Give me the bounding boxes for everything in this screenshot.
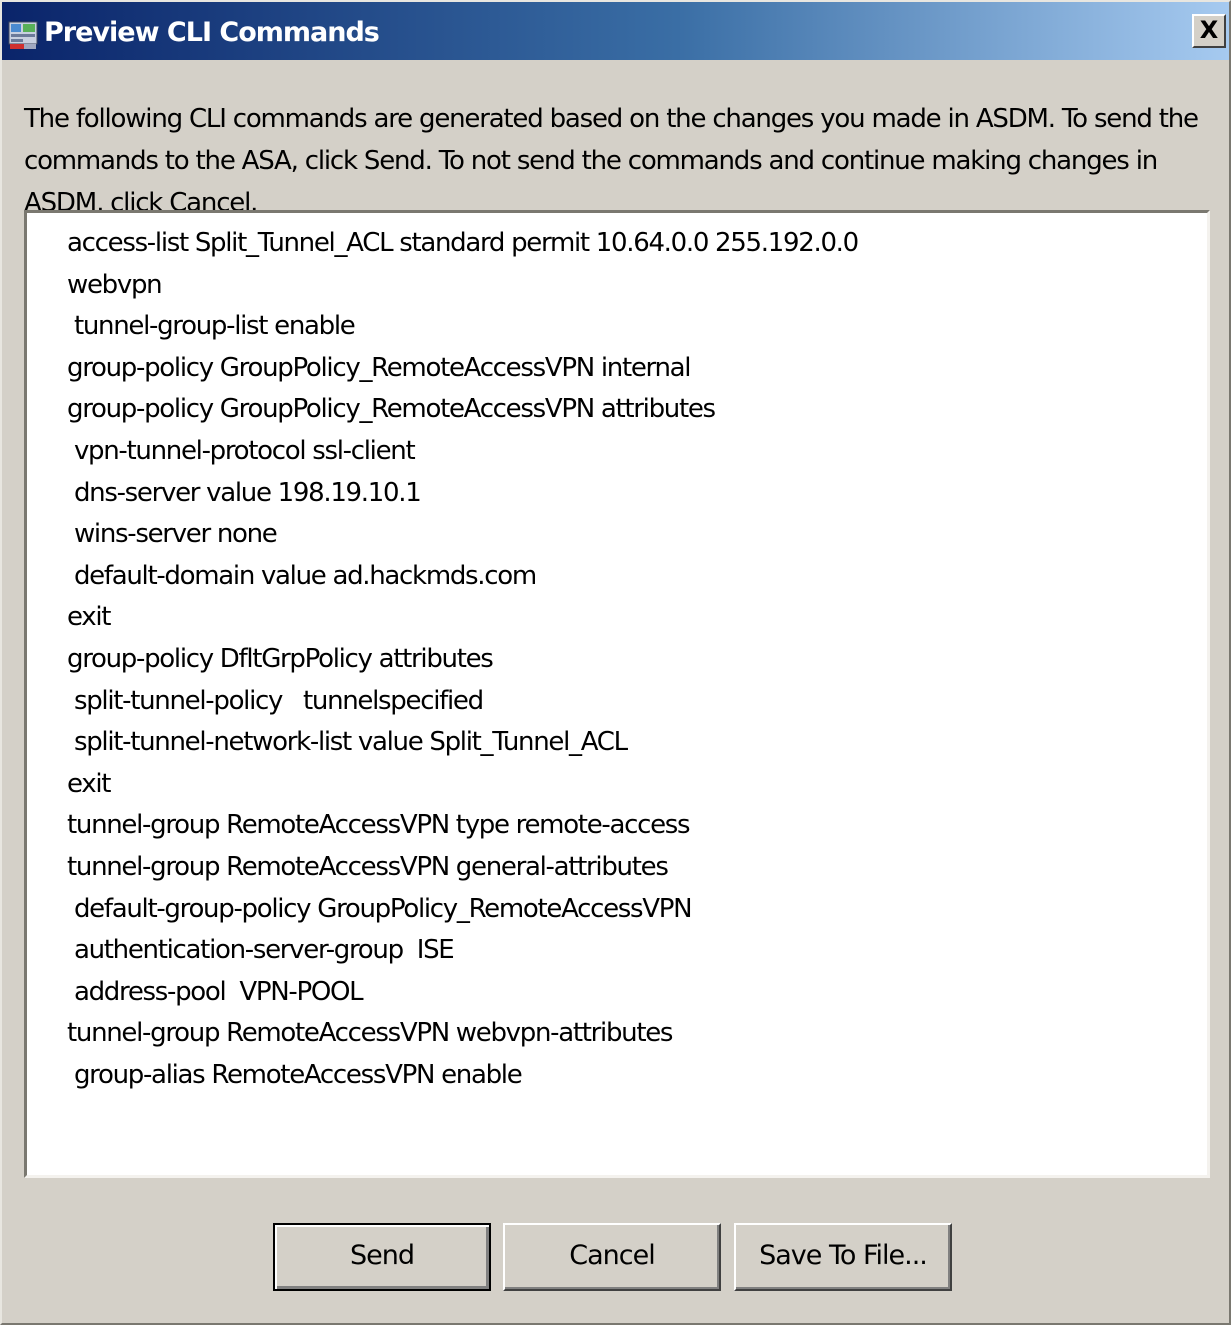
cli-command-line: access-list Split_Tunnel_ACL standard pe… bbox=[67, 228, 859, 258]
close-button[interactable]: X bbox=[1192, 14, 1226, 48]
window-title: Preview CLI Commands bbox=[44, 17, 380, 48]
cli-command-line: tunnel-group-list enable bbox=[67, 311, 356, 342]
cli-commands-panel[interactable]: access-list Split_Tunnel_ACL standard pe… bbox=[24, 210, 1210, 1178]
cli-command-line: default-group-policy GroupPolicy_RemoteA… bbox=[67, 893, 693, 924]
cli-command-line: exit bbox=[67, 768, 111, 799]
cli-command-line: dns-server value 198.19.10.1 bbox=[67, 477, 422, 508]
cli-command-line: vpn-tunnel-protocol ssl-client bbox=[67, 435, 416, 466]
cli-command-line: authentication-server-group ISE bbox=[67, 935, 455, 966]
asdm-app-icon bbox=[8, 20, 38, 50]
preview-cli-dialog: Preview CLI Commands X The following CLI… bbox=[0, 0, 1231, 1325]
cli-command-line: webvpn bbox=[67, 269, 163, 300]
cli-command-line: address-pool VPN-POOL bbox=[67, 976, 364, 1007]
cli-command-line: group-alias RemoteAccessVPN enable bbox=[67, 1059, 523, 1090]
cli-command-line: tunnel-group RemoteAccessVPN general-att… bbox=[67, 851, 669, 882]
cli-command-line: tunnel-group RemoteAccessVPN webvpn-attr… bbox=[67, 1018, 673, 1049]
cli-command-line: group-policy DfltGrpPolicy attributes bbox=[67, 643, 494, 674]
cli-command-line: split-tunnel-network-list value Split_Tu… bbox=[67, 727, 628, 758]
send-button[interactable]: Send bbox=[273, 1223, 491, 1291]
cli-command-line: split-tunnel-policy tunnelspecified bbox=[67, 685, 484, 716]
cli-command-line: exit bbox=[67, 602, 111, 633]
cancel-button[interactable]: Cancel bbox=[503, 1223, 721, 1291]
cli-command-line: group-policy GroupPolicy_RemoteAccessVPN… bbox=[67, 352, 692, 383]
cli-command-line: group-policy GroupPolicy_RemoteAccessVPN… bbox=[67, 394, 716, 425]
title-bar[interactable]: Preview CLI Commands X bbox=[2, 2, 1229, 60]
instructions-text: The following CLI commands are generated… bbox=[24, 104, 1199, 218]
cli-command-line: tunnel-group RemoteAccessVPN type remote… bbox=[67, 810, 691, 841]
cli-commands-list: access-list Split_Tunnel_ACL standard pe… bbox=[67, 223, 859, 1096]
cli-command-line: default-domain value ad.hackmds.com bbox=[67, 560, 537, 591]
save-to-file-button[interactable]: Save To File... bbox=[734, 1223, 952, 1291]
cli-command-line: wins-server none bbox=[67, 519, 278, 550]
close-icon: X bbox=[1199, 16, 1219, 44]
